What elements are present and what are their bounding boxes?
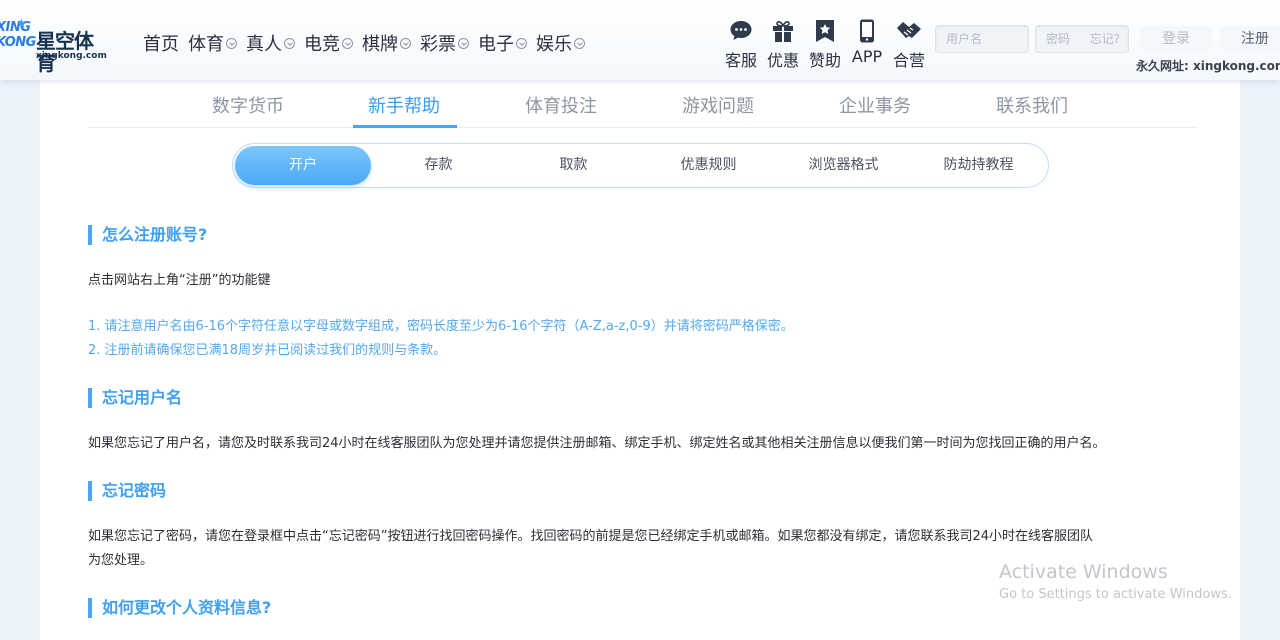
quick-link-label: APP [851, 47, 883, 66]
quick-link-label: 优惠 [766, 51, 799, 70]
logo-name-en: xingkong.com [36, 51, 107, 61]
chat-icon [720, 18, 762, 44]
active-tab-indicator [353, 125, 457, 128]
site-header: XING KONG ★ 星空体育 xingkong.com 首页 体育 真人 电… [0, 0, 1280, 80]
tab-beginner-help[interactable]: 新手帮助 [368, 92, 440, 118]
nav-label: 彩票 [420, 34, 456, 55]
nav-label: 真人 [246, 34, 282, 55]
chevron-down-icon [226, 37, 237, 49]
chevron-down-icon [400, 37, 411, 49]
main-nav: 首页 体育 真人 电竞 棋牌 彩票 电子 娱乐 [143, 30, 594, 56]
quick-link-label: 合营 [892, 51, 925, 70]
tab-business-affairs[interactable]: 企业事务 [839, 92, 911, 118]
subtab-promo-rules[interactable]: 优惠规则 [641, 144, 776, 187]
chevron-down-icon [458, 37, 469, 49]
nav-label: 电竞 [304, 34, 340, 55]
forgot-password-text-line2: 为您处理。 [88, 553, 154, 568]
subtab-open-account[interactable]: 开户 [235, 146, 371, 185]
star-icon: ★ [16, 16, 27, 30]
quick-link-support[interactable]: 客服 [720, 18, 762, 71]
phone-icon [846, 18, 888, 44]
subtab-browser-format[interactable]: 浏览器格式 [776, 144, 911, 187]
permanent-url: 永久网址: xingkong.com [1136, 59, 1280, 73]
nav-label: 体育 [188, 34, 224, 55]
nav-label: 娱乐 [536, 34, 572, 55]
chevron-down-icon [516, 37, 527, 49]
logo-mark-line2: KONG [0, 35, 36, 50]
register-button[interactable]: 注册 [1220, 26, 1280, 52]
nav-item-home[interactable]: 首页 [143, 30, 179, 56]
handshake-icon [888, 18, 930, 44]
subtab-deposit[interactable]: 存款 [371, 144, 506, 187]
activation-watermark-subtitle: Go to Settings to activate Windows. [999, 587, 1232, 602]
username-placeholder: 用户名 [946, 32, 983, 46]
forgot-password-link[interactable]: 忘记? [1090, 26, 1120, 52]
subtab-withdraw[interactable]: 取款 [506, 144, 641, 187]
site-logo[interactable]: XING KONG ★ 星空体育 xingkong.com [0, 16, 108, 74]
nav-item-entertainment[interactable]: 娱乐 [536, 30, 585, 56]
password-placeholder: 密码 [1046, 32, 1071, 46]
quick-link-promo[interactable]: 优惠 [762, 18, 804, 71]
quick-link-label: 赞助 [808, 51, 841, 70]
subtab-anti-hijack[interactable]: 防劫持教程 [911, 144, 1046, 187]
help-subtabs: 开户 存款 取款 优惠规则 浏览器格式 防劫持教程 [232, 143, 1049, 188]
nav-item-cards[interactable]: 棋牌 [362, 30, 411, 56]
nav-label: 电子 [478, 34, 514, 55]
tab-game-issues[interactable]: 游戏问题 [682, 92, 754, 118]
forgot-username-text: 如果您忘记了用户名，请您及时联系我司24小时在线客服团队为您处理并请您提供注册邮… [88, 436, 1106, 451]
nav-label: 首页 [143, 34, 179, 55]
bookmark-star-icon [804, 18, 846, 44]
nav-item-sports[interactable]: 体育 [188, 30, 237, 56]
tab-digital-currency[interactable]: 数字货币 [212, 92, 284, 118]
register-instruction: 点击网站右上角“注册”的功能键 [88, 273, 271, 288]
section-title-register: 怎么注册账号? [88, 225, 207, 245]
quick-link-label: 客服 [724, 51, 757, 70]
password-input[interactable]: 密码 忘记? [1035, 25, 1129, 53]
nav-item-slots[interactable]: 电子 [478, 30, 527, 56]
section-title-forgot-password: 忘记密码 [88, 481, 166, 501]
tab-contact-us[interactable]: 联系我们 [996, 92, 1068, 118]
chevron-down-icon [342, 37, 353, 49]
section-title-forgot-username: 忘记用户名 [88, 388, 182, 408]
quick-links: 客服 优惠 赞助 APP 合营 [720, 18, 930, 71]
quick-link-sponsor[interactable]: 赞助 [804, 18, 846, 71]
register-note-1: 1. 请注意用户名由6-16个字符任意以字母或数字组成，密码长度至少为6-16个… [88, 319, 794, 334]
username-input[interactable]: 用户名 [935, 25, 1029, 53]
quick-link-partner[interactable]: 合营 [888, 18, 930, 71]
nav-item-lottery[interactable]: 彩票 [420, 30, 469, 56]
register-note-2: 2. 注册前请确保您已满18周岁并已阅读过我们的规则与条款。 [88, 343, 447, 358]
forgot-password-text-line1: 如果您忘记了密码，请您在登录框中点击“忘记密码”按钮进行找回密码操作。找回密码的… [88, 529, 1094, 544]
nav-item-live[interactable]: 真人 [246, 30, 295, 56]
quick-link-app[interactable]: APP [846, 18, 888, 71]
tab-sports-betting[interactable]: 体育投注 [525, 92, 597, 118]
help-category-tabs: 数字货币 新手帮助 体育投注 游戏问题 企业事务 联系我们 [88, 80, 1198, 128]
activation-watermark-title: Activate Windows [999, 561, 1168, 583]
section-title-edit-profile: 如何更改个人资料信息? [88, 598, 271, 618]
chevron-down-icon [284, 37, 295, 49]
login-button[interactable]: 登录 [1140, 26, 1212, 52]
gift-icon [762, 18, 804, 44]
nav-label: 棋牌 [362, 34, 398, 55]
chevron-down-icon [574, 37, 585, 49]
nav-item-esports[interactable]: 电竞 [304, 30, 353, 56]
